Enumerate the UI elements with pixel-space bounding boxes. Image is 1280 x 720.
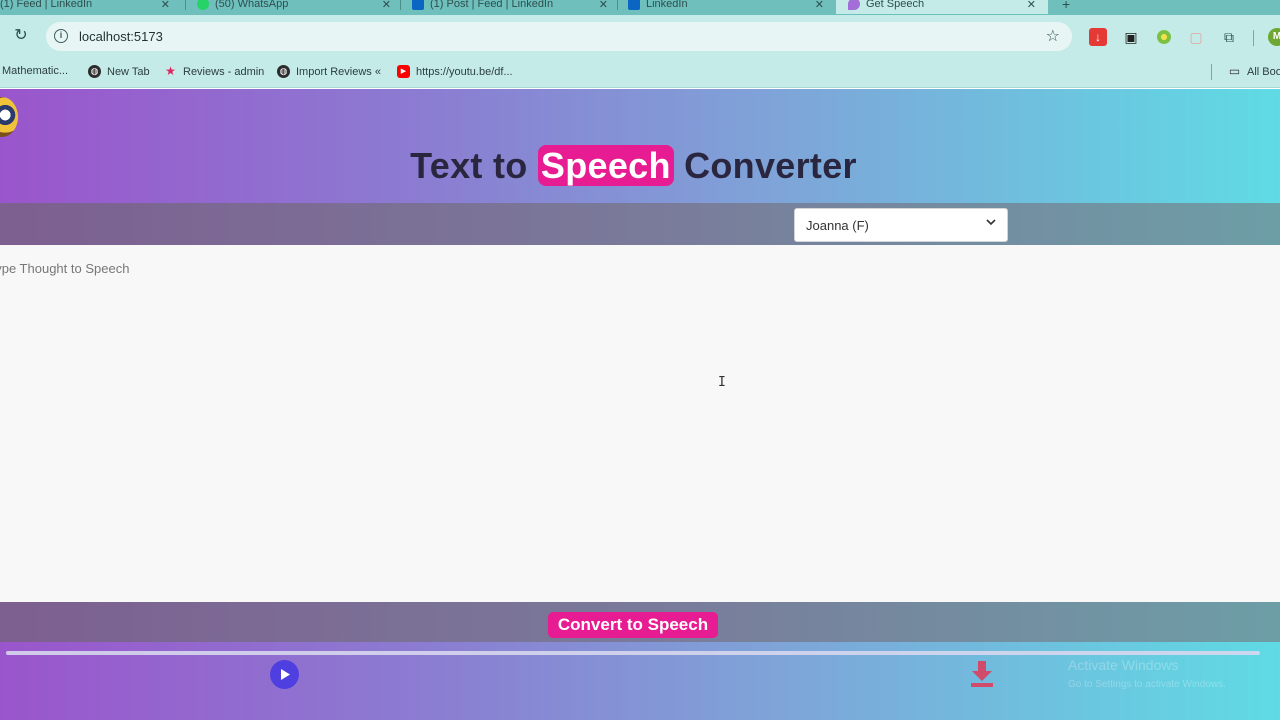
bookmark-youtube[interactable]: ▶ https://youtu.be/df... bbox=[397, 65, 513, 78]
extension-square-icon[interactable]: ▢ bbox=[1187, 28, 1205, 46]
tab-label: (1) Feed | LinkedIn bbox=[0, 0, 93, 10]
whatsapp-icon bbox=[197, 0, 209, 10]
app-container: Text to Speech Converter Joanna (F) I Co… bbox=[0, 89, 1280, 720]
bookmark-label: Reviews - admin bbox=[183, 65, 265, 78]
tab-divider bbox=[617, 0, 618, 10]
tab-strip: (1) Feed | LinkedIn ✕ (50) WhatsApp ✕ (1… bbox=[0, 0, 1280, 15]
reload-icon[interactable]: ↻ bbox=[12, 27, 30, 45]
extension-circle-icon[interactable] bbox=[1155, 28, 1173, 46]
text-cursor-icon: I bbox=[718, 375, 726, 390]
convert-bar: Convert to Speech bbox=[0, 602, 1280, 642]
address-bar[interactable]: i localhost:5173 ☆ bbox=[46, 22, 1072, 51]
tab-label: LinkedIn bbox=[646, 0, 688, 10]
tab-whatsapp[interactable]: (50) WhatsApp ✕ bbox=[197, 0, 395, 14]
new-tab-button[interactable]: + bbox=[1062, 0, 1082, 14]
bookmark-label: All Boo bbox=[1247, 65, 1280, 78]
voice-select[interactable]: Joanna (F) bbox=[794, 208, 1008, 242]
tab-linkedin[interactable]: LinkedIn ✕ bbox=[628, 0, 828, 14]
close-icon[interactable]: ✕ bbox=[1027, 0, 1036, 11]
watermark-line-1: Activate Windows bbox=[1068, 657, 1179, 673]
voice-bar: Joanna (F) bbox=[0, 203, 1280, 245]
close-icon[interactable]: ✕ bbox=[815, 0, 824, 11]
chevron-down-icon bbox=[986, 219, 996, 226]
location-pin-icon bbox=[848, 0, 860, 10]
star-icon: ★ bbox=[165, 64, 176, 78]
bookmark-label: https://youtu.be/df... bbox=[416, 65, 513, 78]
bookmarks-bar: Mathematic... ◍ New Tab ★ Reviews - admi… bbox=[0, 58, 1280, 88]
globe-icon: ◍ bbox=[88, 65, 101, 78]
youtube-icon: ▶ bbox=[397, 65, 410, 78]
all-bookmarks[interactable]: ▭ All Boo bbox=[1228, 65, 1280, 78]
tab-linkedin-post[interactable]: (1) Post | Feed | LinkedIn ✕ bbox=[412, 0, 612, 14]
play-icon bbox=[281, 669, 290, 680]
tab-get-speech[interactable]: Get Speech ✕ bbox=[836, 0, 1048, 14]
app-logo bbox=[0, 97, 18, 137]
profile-avatar[interactable]: M bbox=[1268, 28, 1280, 46]
bookmark-import-reviews[interactable]: ◍ Import Reviews « bbox=[277, 65, 381, 78]
toolbar-divider bbox=[1253, 30, 1254, 46]
bookmark-reviews-admin[interactable]: ★ Reviews - admin bbox=[164, 65, 264, 78]
download-icon bbox=[971, 661, 993, 687]
tab-label: (1) Post | Feed | LinkedIn bbox=[430, 0, 554, 10]
play-button[interactable] bbox=[270, 660, 299, 689]
url-text: localhost:5173 bbox=[79, 29, 163, 44]
site-info-icon[interactable]: i bbox=[54, 29, 68, 43]
close-icon[interactable]: ✕ bbox=[599, 0, 608, 11]
picture-in-picture-icon[interactable]: ▣ bbox=[1122, 28, 1140, 46]
globe-icon: ◍ bbox=[277, 65, 290, 78]
bookmark-label: Mathematic... bbox=[2, 65, 69, 77]
convert-to-speech-button[interactable]: Convert to Speech bbox=[548, 612, 718, 638]
bookmark-new-tab[interactable]: ◍ New Tab bbox=[88, 65, 150, 78]
linkedin-icon bbox=[628, 0, 640, 10]
bookmark-star-icon[interactable]: ☆ bbox=[1046, 26, 1060, 46]
tab-divider bbox=[400, 0, 401, 10]
title-highlight: Speech bbox=[537, 145, 674, 186]
tab-divider bbox=[185, 0, 186, 10]
close-icon[interactable]: ✕ bbox=[382, 0, 391, 11]
bookmark-label: Import Reviews « bbox=[296, 65, 381, 78]
extensions-puzzle-icon[interactable]: ⧉ bbox=[1220, 28, 1238, 46]
bookmark-label: New Tab bbox=[107, 65, 150, 78]
voice-selected-value: Joanna (F) bbox=[806, 218, 869, 233]
linkedin-icon bbox=[412, 0, 424, 10]
bookmark-mathematics[interactable]: Mathematic... bbox=[2, 65, 68, 77]
tab-linkedin-feed[interactable]: (1) Feed | LinkedIn ✕ bbox=[0, 0, 180, 14]
speech-text-input[interactable] bbox=[0, 245, 1280, 602]
download-button[interactable] bbox=[968, 659, 996, 689]
title-text-start: Text to bbox=[410, 145, 528, 186]
folder-icon: ▭ bbox=[1228, 64, 1241, 78]
tab-label: Get Speech bbox=[866, 0, 925, 10]
page-title: Text to Speech Converter bbox=[0, 145, 1267, 187]
browser-toolbar: ↻ i localhost:5173 ☆ ↓ ▣ ▢ ⧉ M bbox=[0, 15, 1280, 58]
bookmarks-divider bbox=[1211, 64, 1212, 80]
watermark-line-2: Go to Settings to activate Windows. bbox=[1068, 679, 1226, 690]
download-extension-icon[interactable]: ↓ bbox=[1089, 28, 1107, 46]
title-text-end: Converter bbox=[684, 145, 857, 186]
tab-label: (50) WhatsApp bbox=[215, 0, 289, 10]
plus-icon: + bbox=[1062, 0, 1071, 12]
close-icon[interactable]: ✕ bbox=[161, 0, 170, 11]
windows-activation-watermark: Activate Windows Go to Settings to activ… bbox=[1068, 655, 1226, 695]
